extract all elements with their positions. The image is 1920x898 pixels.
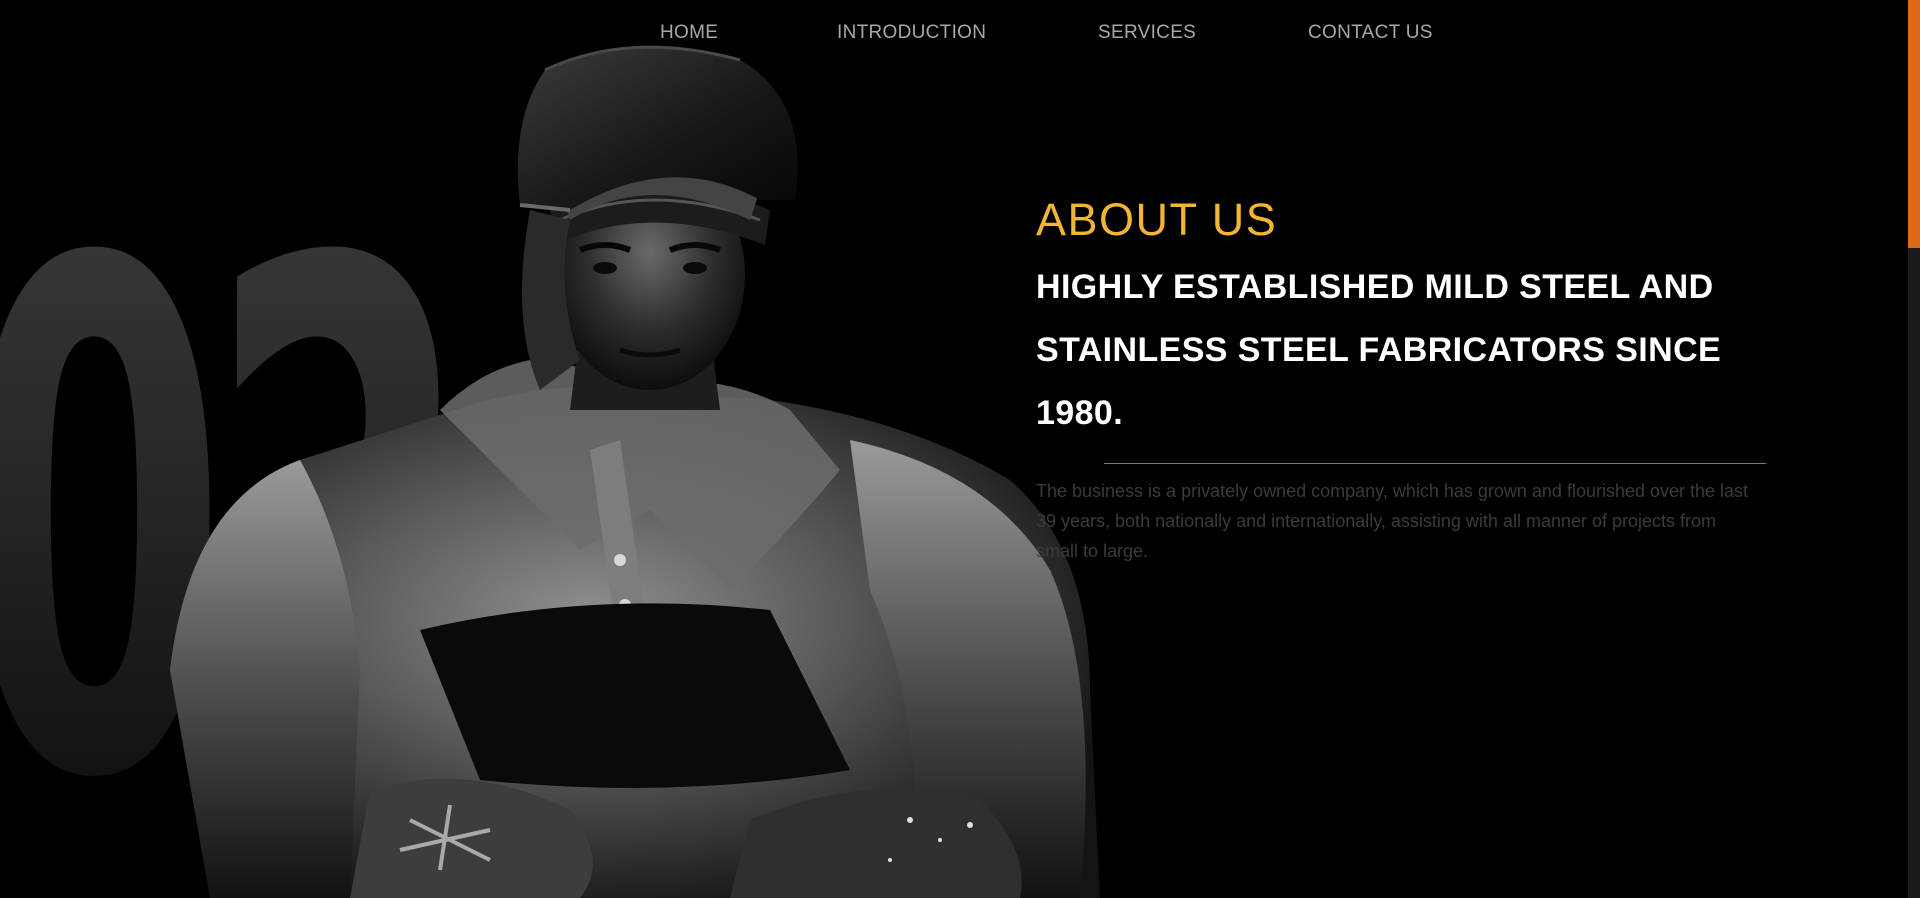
scrollbar-thumb[interactable] [1908,0,1920,248]
page: HOME INTRODUCTION SERVICES CONTACT US 02 [0,0,1920,898]
nav-home-link[interactable]: HOME [660,22,718,44]
about-body-text: The business is a privately owned compan… [1036,481,1749,561]
page-scrollbar[interactable] [1908,0,1920,898]
nav-introduction-link[interactable]: INTRODUCTION [837,22,986,44]
nav-contact-us-link[interactable]: CONTACT US [1308,22,1433,44]
welder-photo [170,45,1100,898]
top-navigation: HOME INTRODUCTION SERVICES CONTACT US [0,0,1920,68]
about-section: ABOUT US HIGHLY ESTABLISHED MILD STEEL A… [1036,190,1766,566]
nav-services-link[interactable]: SERVICES [1098,22,1196,44]
about-kicker: ABOUT US [1036,194,1278,245]
about-divider [1104,463,1766,464]
about-heading: HIGHLY ESTABLISHED MILD STEEL AND STAINL… [1036,268,1722,432]
